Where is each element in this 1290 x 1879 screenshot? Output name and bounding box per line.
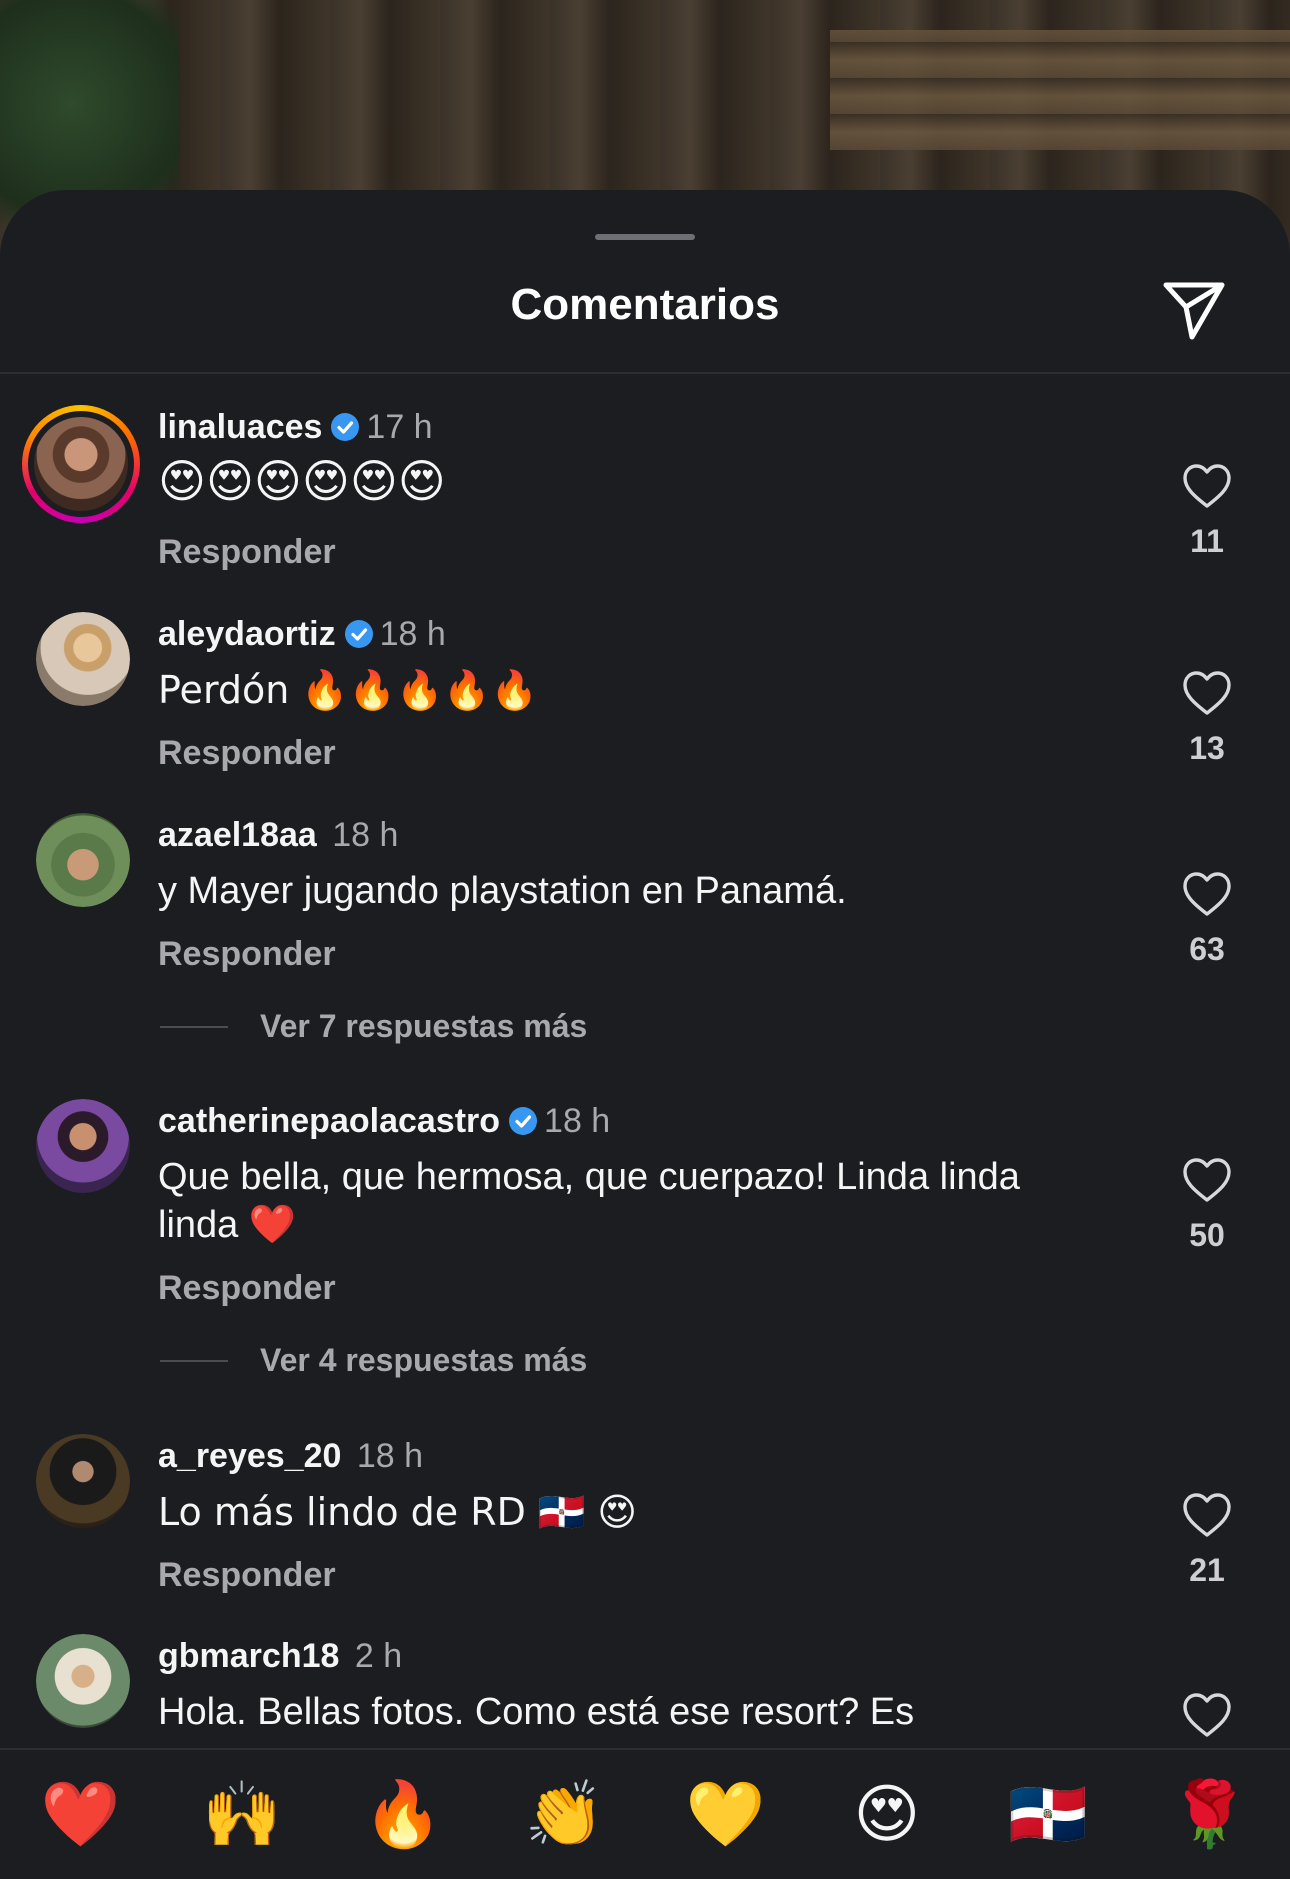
- emoji-dominican-flag[interactable]: 🇩🇴: [993, 1777, 1103, 1852]
- reply-button[interactable]: Responder: [158, 734, 336, 773]
- comment-text: 😍😍😍😍😍😍: [158, 454, 446, 508]
- comment-time: 18 h: [356, 1437, 424, 1475]
- avatar: [34, 417, 128, 511]
- paper-plane-icon: [1163, 282, 1225, 340]
- like-count: 50: [1189, 1217, 1225, 1253]
- comment-username[interactable]: catherinepaolacastro: [158, 1102, 500, 1140]
- sheet-grabber[interactable]: [595, 234, 695, 240]
- like-count: 63: [1189, 931, 1225, 967]
- avatar-story-ring[interactable]: [22, 405, 140, 523]
- view-more-replies-label: Ver 7 respuestas más: [260, 1008, 588, 1044]
- avatar[interactable]: [36, 813, 130, 907]
- heart-outline-icon[interactable]: [1182, 871, 1232, 917]
- comment-username[interactable]: linaluaces: [158, 408, 322, 446]
- avatar[interactable]: [36, 1434, 130, 1528]
- comment-time: 2 h: [354, 1637, 403, 1675]
- heart-outline-icon[interactable]: [1182, 1692, 1232, 1738]
- like-count: 11: [1190, 523, 1224, 559]
- emoji-red-heart[interactable]: ❤️: [26, 1777, 136, 1852]
- comment-username[interactable]: azael18aa: [158, 816, 317, 854]
- reply-button[interactable]: Responder: [158, 1269, 336, 1308]
- avatar[interactable]: [36, 612, 130, 706]
- comment-item: gbmarch18 2 h Hola. Bellas fotos. Como e…: [0, 1634, 1290, 1746]
- view-more-replies-button[interactable]: Ver 7 respuestas más: [160, 1008, 587, 1045]
- comment-text: Hola. Bellas fotos. Como está ese resort…: [158, 1691, 915, 1733]
- heart-outline-icon[interactable]: [1182, 1492, 1232, 1538]
- verified-badge-icon: [344, 620, 373, 648]
- comment-time: 18 h: [544, 1102, 611, 1140]
- heart-outline-icon[interactable]: [1182, 670, 1232, 716]
- view-more-replies-label: Ver 4 respuestas más: [260, 1342, 588, 1378]
- emoji-fire[interactable]: 🔥: [348, 1777, 458, 1852]
- emoji-rose[interactable]: 🌹: [1154, 1777, 1264, 1852]
- emoji-reaction-bar: ❤️ 🙌 🔥 👏 💛 😍 🇩🇴 🌹: [0, 1748, 1290, 1879]
- comment-username[interactable]: gbmarch18: [158, 1637, 339, 1675]
- reply-button[interactable]: Responder: [158, 935, 336, 974]
- comment-time: 17 h: [366, 408, 433, 446]
- comment-text: Que bella, que hermosa, que cuerpazo! Li…: [158, 1156, 1020, 1246]
- verified-badge-icon: [331, 413, 360, 441]
- heart-outline-icon[interactable]: [1182, 1157, 1232, 1203]
- verified-badge-icon: [509, 1107, 538, 1135]
- header-divider: [0, 372, 1290, 374]
- avatar[interactable]: [36, 1099, 130, 1193]
- comment-text: y Mayer jugando playstation en Panamá.: [158, 870, 847, 912]
- emoji-raising-hands[interactable]: 🙌: [187, 1777, 297, 1852]
- reply-thread-line: [160, 1359, 228, 1362]
- comment-username[interactable]: a_reyes_20: [158, 1437, 341, 1475]
- reply-thread-line: [160, 1025, 228, 1028]
- emoji-yellow-heart[interactable]: 💛: [671, 1777, 781, 1852]
- like-count: 13: [1189, 730, 1225, 766]
- reply-button[interactable]: Responder: [158, 533, 336, 572]
- comment-text: Perdón 🔥🔥🔥🔥🔥: [158, 668, 538, 712]
- avatar[interactable]: [36, 1634, 130, 1728]
- emoji-heart-eyes[interactable]: 😍: [832, 1778, 942, 1852]
- emoji-clapping-hands[interactable]: 👏: [509, 1777, 619, 1852]
- like-count: 21: [1189, 1552, 1225, 1588]
- comment-text: Lo más lindo de RD 🇩🇴 😍: [158, 1490, 637, 1534]
- sheet-title: Comentarios: [510, 280, 780, 329]
- comment-time: 18 h: [379, 615, 446, 653]
- view-more-replies-button[interactable]: Ver 4 respuestas más: [160, 1342, 587, 1379]
- reply-button[interactable]: Responder: [158, 1556, 336, 1595]
- comment-username[interactable]: aleydaortiz: [158, 615, 336, 653]
- comment-time: 18 h: [332, 816, 399, 854]
- share-button[interactable]: [1158, 276, 1230, 344]
- heart-outline-icon[interactable]: [1182, 463, 1232, 509]
